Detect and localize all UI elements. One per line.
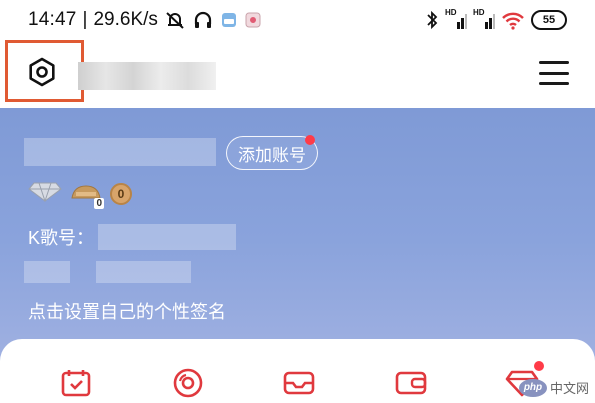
settings-button[interactable]	[22, 54, 62, 94]
hd-label-2: HD	[473, 8, 485, 17]
app-notification-icon	[220, 11, 238, 29]
blurred-stat-1	[24, 261, 70, 283]
notification-dot	[534, 361, 544, 371]
k-number-label: K歌号：	[28, 228, 95, 248]
blurred-username	[78, 62, 216, 90]
diamond-badge-icon[interactable]	[28, 180, 62, 207]
top-app-bar	[0, 40, 595, 108]
notification-dot	[305, 135, 315, 145]
site-watermark: php 中文网	[518, 378, 589, 397]
quick-action-calendar[interactable]	[58, 369, 94, 401]
network-speed: 29.6K/s	[93, 9, 158, 30]
signal-strength-icon-2: HD	[473, 8, 495, 30]
wifi-icon	[501, 10, 525, 30]
badge-row: 0 0	[28, 180, 132, 209]
quick-action-disc[interactable]	[170, 367, 206, 403]
signal-strength-icon: HD	[445, 8, 467, 30]
vip-badge-count: 0	[94, 198, 104, 209]
watermark-text: 中文网	[549, 381, 589, 396]
disc-icon	[172, 367, 204, 403]
quick-actions-card	[0, 339, 595, 403]
blurred-k-number	[98, 224, 236, 250]
wallet-icon	[394, 368, 428, 403]
hd-label: HD	[445, 8, 457, 17]
status-separator: |	[82, 9, 88, 30]
coin-badge[interactable]: 0	[110, 182, 132, 205]
blurred-stat-2	[96, 261, 191, 283]
calendar-check-icon	[60, 368, 92, 403]
quick-action-inbox[interactable]	[281, 369, 317, 401]
headphones-icon	[192, 9, 214, 31]
bluetooth-icon	[425, 10, 439, 30]
settings-hexagon-icon	[27, 57, 57, 92]
inbox-icon	[282, 368, 316, 403]
vip-badge[interactable]: 0	[70, 180, 104, 209]
app-notification-icon-2	[244, 11, 262, 29]
battery-indicator: 55	[531, 10, 567, 30]
signature-prompt[interactable]: 点击设置自己的个性签名	[28, 298, 226, 324]
quick-action-wallet[interactable]	[393, 369, 429, 401]
add-account-label: 添加账号	[238, 145, 306, 165]
status-bar: 14:47 | 29.6K/s HD HD 55	[0, 0, 595, 40]
muted-bell-icon	[164, 9, 186, 31]
blurred-nickname	[24, 138, 216, 166]
php-logo: php	[518, 378, 547, 397]
add-account-button[interactable]: 添加账号	[226, 135, 318, 170]
status-time: 14:47	[28, 9, 77, 30]
hamburger-menu-icon	[539, 61, 569, 64]
menu-button[interactable]	[539, 58, 569, 88]
